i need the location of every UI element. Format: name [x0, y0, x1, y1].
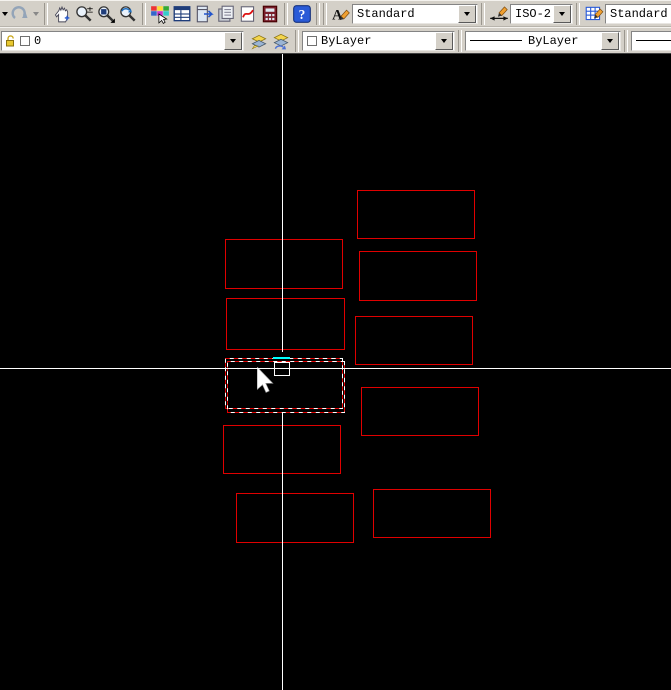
- crosshair-vertical-line: [282, 54, 283, 352]
- redo-flyout-arrow-icon: [33, 12, 39, 16]
- dim-style-button[interactable]: [488, 3, 510, 25]
- sheetset-icon: [216, 4, 236, 24]
- table-style-combobox[interactable]: Standard: [605, 4, 671, 24]
- crosshair-horizontal-line: [0, 368, 671, 369]
- linetype-glyph: [470, 40, 522, 41]
- markup-icon: [238, 4, 258, 24]
- layer-value: 0: [34, 34, 222, 48]
- table-style-icon: [584, 4, 604, 24]
- redo-button[interactable]: [9, 3, 31, 25]
- zoom-window-button[interactable]: [95, 3, 117, 25]
- chevron-down-icon: [607, 39, 613, 43]
- color-dropdown-button[interactable]: [435, 32, 453, 50]
- redo-icon: [11, 5, 29, 23]
- text-style-button[interactable]: A: [330, 3, 352, 25]
- layers-toolbar: 0 ByLayer ByLayer: [0, 27, 671, 54]
- dim-style-icon: [488, 4, 510, 24]
- separator: [576, 3, 580, 25]
- separator: [284, 3, 288, 25]
- text-style-combobox[interactable]: Standard: [352, 4, 478, 24]
- toolpalettes-button[interactable]: [193, 3, 215, 25]
- undo-flyout-button[interactable]: [1, 3, 9, 25]
- separator: [316, 3, 320, 25]
- table-style-value: Standard: [610, 7, 671, 21]
- linetype-combobox[interactable]: ByLayer: [465, 31, 621, 51]
- quickcalc-button[interactable]: [259, 3, 281, 25]
- text-style-dropdown-button[interactable]: [458, 5, 476, 23]
- crosshair-vertical-line: [282, 413, 283, 690]
- chevron-down-icon: [559, 12, 565, 16]
- zoom-realtime-icon: ±: [74, 4, 94, 24]
- properties-button[interactable]: [149, 3, 171, 25]
- help-icon: ?: [292, 4, 312, 24]
- color-value: ByLayer: [321, 34, 433, 48]
- make-layer-current-button[interactable]: [248, 30, 270, 52]
- unlocked-padlock-icon: [4, 34, 18, 48]
- separator: [44, 3, 48, 25]
- svg-text:?: ?: [299, 7, 306, 22]
- snap-highlight-segment: [273, 357, 290, 359]
- pan-hand-icon: [53, 5, 71, 23]
- chevron-down-icon: [230, 39, 236, 43]
- quickcalc-icon: [260, 4, 280, 24]
- color-swatch: [307, 36, 317, 46]
- drawn-rectangle[interactable]: [355, 316, 473, 365]
- text-style-icon: A: [331, 4, 351, 24]
- layer-color-swatch: [20, 36, 30, 46]
- drawn-rectangle[interactable]: [225, 239, 343, 289]
- make-layer-current-icon: [249, 31, 269, 51]
- separator: [624, 30, 628, 52]
- lineweight-glyph: [636, 40, 671, 41]
- layer-combobox[interactable]: 0: [1, 31, 244, 51]
- zoom-previous-button[interactable]: [117, 3, 139, 25]
- drawing-canvas[interactable]: [0, 54, 671, 690]
- zoom-window-icon: [96, 4, 116, 24]
- properties-icon: [150, 4, 170, 24]
- drawn-rectangle[interactable]: [359, 251, 477, 301]
- svg-text:±: ±: [86, 5, 93, 15]
- separator: [142, 3, 146, 25]
- dim-style-combobox[interactable]: ISO-25: [510, 4, 573, 24]
- table-style-button[interactable]: [583, 3, 605, 25]
- color-combobox[interactable]: ByLayer: [302, 31, 455, 51]
- redo-flyout-button[interactable]: [31, 3, 41, 25]
- drawn-rectangle[interactable]: [226, 298, 345, 350]
- drawn-rectangle[interactable]: [357, 190, 475, 239]
- layer-previous-icon: [271, 31, 291, 51]
- pickbox: [274, 362, 290, 376]
- designcenter-icon: [172, 4, 192, 24]
- drawn-rectangle[interactable]: [361, 387, 479, 436]
- pan-realtime-button[interactable]: [51, 3, 73, 25]
- zoom-realtime-button[interactable]: ±: [73, 3, 95, 25]
- markup-button[interactable]: [237, 3, 259, 25]
- lineweight-combobox[interactable]: [631, 31, 671, 51]
- text-style-value: Standard: [357, 7, 456, 21]
- separator: [481, 3, 485, 25]
- linetype-dropdown-button[interactable]: [601, 32, 619, 50]
- dim-style-dropdown-button[interactable]: [553, 5, 571, 23]
- chevron-down-icon: [464, 12, 470, 16]
- linetype-value: ByLayer: [528, 34, 599, 48]
- layer-previous-button[interactable]: [270, 30, 292, 52]
- separator: [323, 3, 327, 25]
- dim-style-value: ISO-25: [515, 7, 551, 21]
- undo-flyout-arrow-icon: [2, 12, 8, 16]
- separator: [458, 30, 462, 52]
- chevron-down-icon: [441, 39, 447, 43]
- help-button[interactable]: ?: [291, 3, 313, 25]
- toolpalettes-icon: [194, 4, 214, 24]
- sheetset-button[interactable]: [215, 3, 237, 25]
- layer-dropdown-button[interactable]: [224, 32, 242, 50]
- drawn-rectangle[interactable]: [373, 489, 491, 538]
- drawn-rectangle[interactable]: [236, 493, 354, 543]
- designcenter-button[interactable]: [171, 3, 193, 25]
- zoom-previous-icon: [118, 4, 138, 24]
- standard-toolbar: ±: [0, 0, 671, 27]
- separator: [295, 30, 299, 52]
